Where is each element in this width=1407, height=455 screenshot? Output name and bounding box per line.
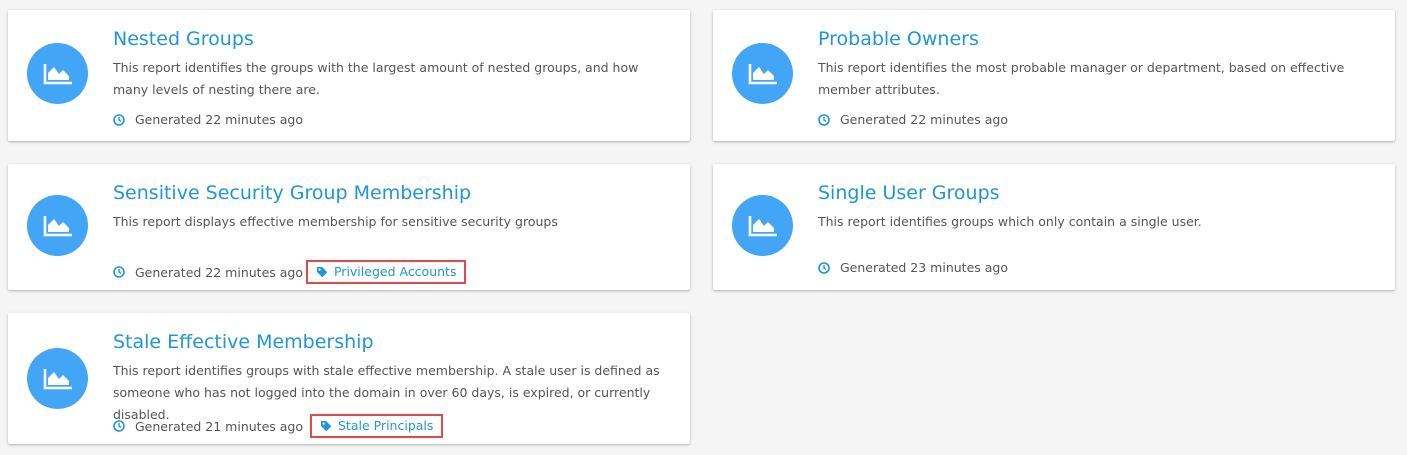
- report-title[interactable]: Sensitive Security Group Membership: [113, 182, 471, 204]
- area-chart-icon: [732, 195, 793, 256]
- report-meta: Generated 21 minutes ago Stale Principal…: [113, 414, 444, 438]
- area-chart-icon: [27, 348, 88, 409]
- report-card-probable-owners[interactable]: Probable Owners This report identifies t…: [713, 10, 1395, 141]
- report-description: This report identifies groups which only…: [818, 214, 1202, 229]
- report-card-nested-groups[interactable]: Nested Groups This report identifies the…: [8, 10, 690, 141]
- generated-time: Generated 21 minutes ago: [135, 418, 303, 434]
- report-description: This report displays effective membershi…: [113, 214, 558, 229]
- clock-icon: [818, 261, 830, 274]
- report-meta: Generated 22 minutes ago Privileged Acco…: [113, 260, 467, 284]
- report-title[interactable]: Single User Groups: [818, 182, 1000, 204]
- report-title[interactable]: Probable Owners: [818, 28, 979, 50]
- report-title[interactable]: Nested Groups: [113, 28, 254, 50]
- tag-link-stale-principals[interactable]: Stale Principals: [309, 414, 444, 438]
- tag-label: Stale Principals: [337, 418, 434, 433]
- report-meta: Generated 23 minutes ago: [818, 260, 1008, 275]
- report-meta: Generated 22 minutes ago: [113, 112, 303, 127]
- area-chart-icon: [732, 43, 793, 104]
- report-meta: Generated 22 minutes ago: [818, 112, 1008, 127]
- clock-icon: [818, 113, 830, 126]
- report-description: This report identifies the groups with t…: [113, 60, 639, 97]
- generated-time: Generated 22 minutes ago: [135, 112, 303, 127]
- report-card-stale-effective-membership[interactable]: Stale Effective Membership This report i…: [8, 313, 690, 444]
- generated-time: Generated 22 minutes ago: [135, 264, 303, 280]
- tag-label: Privileged Accounts: [333, 264, 457, 279]
- clock-icon: [113, 420, 125, 432]
- tag-icon: [316, 266, 328, 278]
- tag-link-privileged-accounts[interactable]: Privileged Accounts: [305, 260, 467, 284]
- report-card-sensitive-security-group-membership[interactable]: Sensitive Security Group Membership This…: [8, 164, 690, 290]
- report-title[interactable]: Stale Effective Membership: [113, 331, 374, 353]
- area-chart-icon: [27, 195, 88, 256]
- area-chart-icon: [27, 43, 88, 104]
- clock-icon: [113, 266, 125, 278]
- report-description: This report identifies the most probable…: [818, 60, 1345, 97]
- generated-time: Generated 22 minutes ago: [840, 112, 1008, 127]
- generated-time: Generated 23 minutes ago: [840, 260, 1008, 275]
- report-card-single-user-groups[interactable]: Single User Groups This report identifie…: [713, 164, 1395, 290]
- clock-icon: [113, 113, 125, 126]
- tag-icon: [320, 420, 332, 432]
